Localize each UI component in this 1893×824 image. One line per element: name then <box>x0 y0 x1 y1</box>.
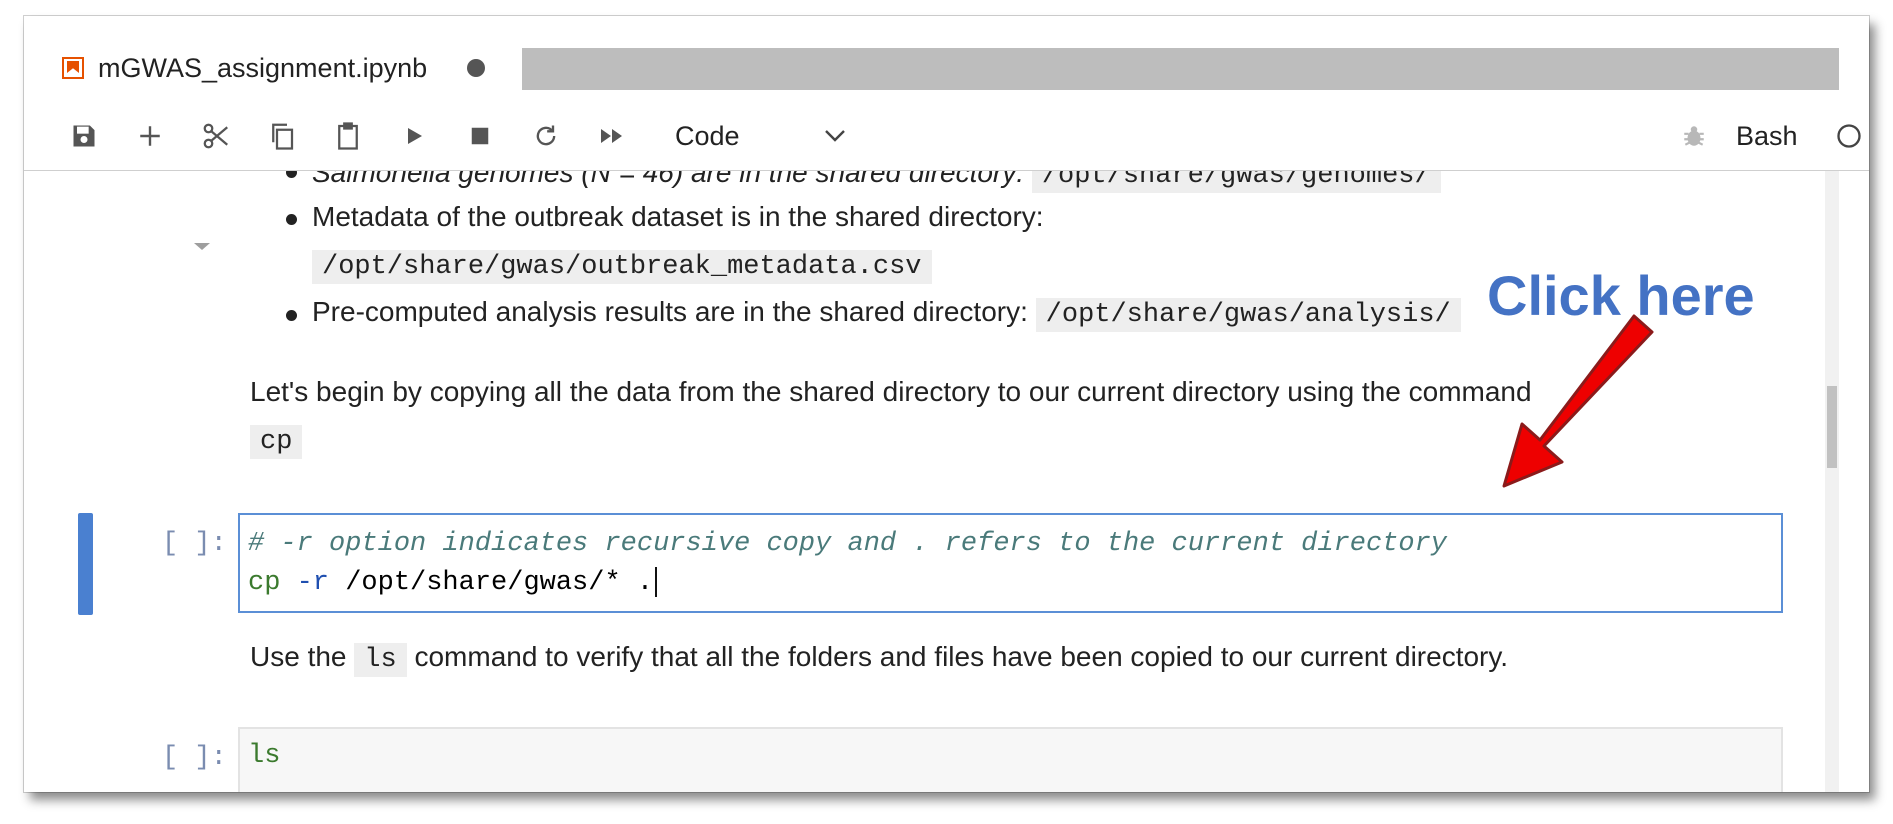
code-command: cp <box>248 568 281 599</box>
code-args: /opt/share/gwas/* . <box>345 568 654 599</box>
scrollbar-thumb[interactable] <box>1827 386 1837 468</box>
code-cell-1-editor[interactable]: # -r option indicates recursive copy and… <box>238 513 1783 613</box>
bullet-1-code: /opt/share/gwas/genomes/ <box>1031 171 1441 193</box>
code-flag: -r <box>296 568 330 599</box>
paragraph-verify-after: command to verify that all the folders a… <box>414 641 1509 672</box>
cell-2-prompt: [ ]: <box>162 743 227 773</box>
jupyter-window: mGWAS_assignment.ipynb Code Bash Salmone… <box>24 16 1869 792</box>
chevron-down-icon[interactable] <box>824 116 846 156</box>
bullet-1-text: Salmonella genomes (N = 46) are in the s… <box>312 171 1025 188</box>
tab-bar: mGWAS_assignment.ipynb <box>24 16 1869 102</box>
vertical-scrollbar[interactable] <box>1825 171 1839 792</box>
bullet-3-code: /opt/share/gwas/analysis/ <box>1035 298 1461 332</box>
restart-icon[interactable] <box>528 116 564 156</box>
kernel-name[interactable]: Bash <box>1736 116 1798 156</box>
code-line: cp -r /opt/share/gwas/* . <box>248 567 658 599</box>
bullet-1: Salmonella genomes (N = 46) are in the s… <box>312 171 1441 193</box>
active-cell-indicator <box>78 513 93 615</box>
code-comment: # -r option indicates recursive copy and… <box>248 529 1447 559</box>
notebook-toolbar: Code Bash <box>24 102 1869 171</box>
add-icon[interactable] <box>132 116 168 156</box>
paste-icon[interactable] <box>330 116 366 156</box>
collapse-icon[interactable] <box>194 243 210 250</box>
bullet-2-text: Metadata of the outbreak dataset is in t… <box>312 201 1044 232</box>
paragraph-copy-instruction: Let's begin by copying all the data from… <box>250 376 1532 407</box>
tab-bar-empty-area <box>522 48 1839 90</box>
bullet-icon <box>286 171 297 178</box>
code-cell-2-editor[interactable]: ls <box>238 727 1783 792</box>
bullet-icon <box>286 310 297 321</box>
stop-icon[interactable] <box>462 116 498 156</box>
inline-code-cp: cp <box>250 425 303 459</box>
paragraph-code-line: cp <box>250 423 303 459</box>
fast-forward-icon[interactable] <box>594 116 630 156</box>
notebook-icon <box>62 57 84 79</box>
code-command: ls <box>248 741 281 771</box>
bullet-icon <box>286 214 297 225</box>
notebook-tab[interactable]: mGWAS_assignment.ipynb <box>62 44 486 92</box>
cell-1-prompt: [ ]: <box>162 529 227 559</box>
notebook-tab-title: mGWAS_assignment.ipynb <box>98 52 428 83</box>
text-cursor <box>655 567 658 597</box>
paragraph-verify-before: Use the <box>250 641 347 672</box>
bullet-3: Pre-computed analysis results are in the… <box>312 296 1461 332</box>
bullet-2-code-line: /opt/share/gwas/outbreak_metadata.csv <box>312 248 932 284</box>
paragraph-verify: Use the ls command to verify that all th… <box>250 641 1509 677</box>
inline-code-ls: ls <box>354 643 407 677</box>
copy-icon[interactable] <box>264 116 300 156</box>
bullet-2-code: /opt/share/gwas/outbreak_metadata.csv <box>312 250 932 284</box>
save-icon[interactable] <box>66 116 102 156</box>
kernel-status-icon <box>1834 116 1864 156</box>
run-icon[interactable] <box>396 116 432 156</box>
bug-icon[interactable] <box>1676 116 1712 156</box>
unsaved-dot-icon[interactable] <box>467 59 486 77</box>
bullet-3-text: Pre-computed analysis results are in the… <box>312 296 1028 327</box>
cell-type-label: Code <box>675 120 740 151</box>
cut-icon[interactable] <box>198 116 234 156</box>
cell-type-select[interactable]: Code <box>675 116 740 156</box>
red-arrow-icon <box>1502 314 1654 488</box>
